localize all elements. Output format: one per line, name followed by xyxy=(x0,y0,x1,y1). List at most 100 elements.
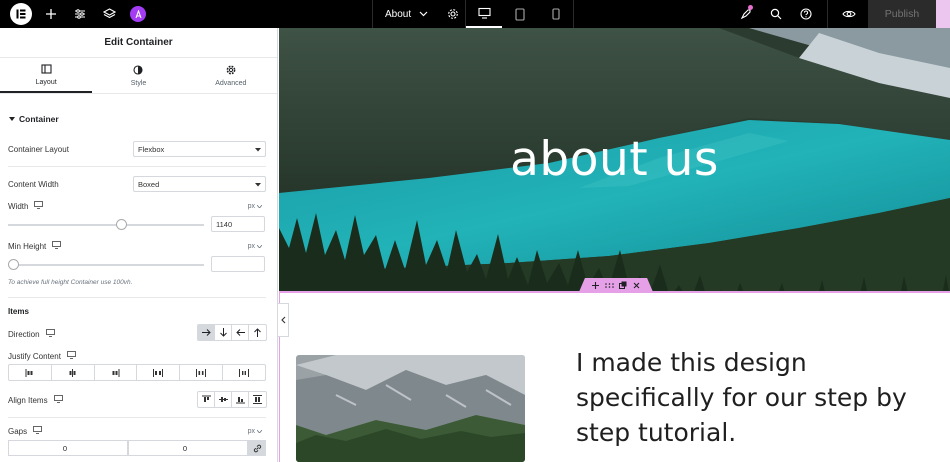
min-height-row: Min Height px xyxy=(8,240,266,252)
justify-start-icon[interactable] xyxy=(9,365,52,380)
caret-down-icon xyxy=(9,114,15,124)
elementor-logo-icon[interactable] xyxy=(10,3,32,25)
preview-eye-icon[interactable] xyxy=(834,0,864,28)
tab-layout[interactable]: Layout xyxy=(0,58,93,93)
duplicate-icon[interactable] xyxy=(619,281,627,289)
collapse-panel-button[interactable] xyxy=(278,303,289,337)
gaps-label: Gaps xyxy=(8,426,28,436)
page-selector[interactable]: About xyxy=(372,0,440,28)
panel-title: Edit Container xyxy=(0,28,277,58)
add-element-icon[interactable] xyxy=(41,0,61,28)
tab-advanced-label: Advanced xyxy=(215,79,247,87)
link-values-icon[interactable] xyxy=(248,440,266,456)
structure-layers-icon[interactable] xyxy=(99,0,119,28)
divider xyxy=(8,417,266,418)
direction-column-reverse-arrow-up-icon[interactable] xyxy=(249,325,266,340)
items-heading: Items xyxy=(8,307,29,316)
container-layout-label: Container Layout xyxy=(8,144,69,154)
body-paragraph[interactable]: I made this design specifically for our … xyxy=(576,345,916,450)
caret-down-icon xyxy=(255,145,261,154)
desktop-device-icon[interactable] xyxy=(45,329,55,339)
site-settings-icon[interactable] xyxy=(70,0,90,28)
help-icon[interactable] xyxy=(791,0,821,28)
content-width-select[interactable]: Boxed xyxy=(133,176,266,192)
container-handle xyxy=(579,278,653,292)
chevron-down-icon xyxy=(256,428,263,435)
width-row: Width px xyxy=(8,200,266,212)
width-label: Width xyxy=(8,201,29,211)
min-height-label: Min Height xyxy=(8,241,47,251)
content-width-row: Content Width Boxed xyxy=(8,176,266,192)
content-width-value: Boxed xyxy=(138,179,160,189)
align-stretch-icon[interactable] xyxy=(249,392,266,407)
align-items-label: Align Items xyxy=(8,395,48,405)
desktop-device-icon[interactable] xyxy=(66,351,76,361)
align-items-buttons xyxy=(197,391,267,408)
width-input[interactable]: 1140 xyxy=(211,216,265,232)
notification-dot xyxy=(748,5,753,10)
align-end-icon[interactable] xyxy=(232,392,249,407)
direction-label: Direction xyxy=(8,329,40,339)
min-height-slider-track[interactable] xyxy=(8,264,204,266)
width-slider-handle[interactable] xyxy=(116,219,128,230)
chevron-down-icon xyxy=(256,243,263,250)
width-slider-track[interactable] xyxy=(8,224,204,226)
min-height-slider-handle[interactable] xyxy=(8,259,19,270)
divider xyxy=(8,166,266,167)
hero-section[interactable]: about us xyxy=(279,28,950,291)
add-icon[interactable] xyxy=(591,281,599,289)
page-settings-gear-icon[interactable] xyxy=(440,0,467,28)
gap-column-input[interactable]: 0 xyxy=(8,440,128,456)
direction-row-arrow-right-icon[interactable] xyxy=(198,325,215,340)
justify-space-evenly-icon[interactable] xyxy=(223,365,265,380)
ai-assistant-icon[interactable] xyxy=(128,0,148,28)
align-start-icon[interactable] xyxy=(198,392,215,407)
direction-row-reverse-arrow-left-icon[interactable] xyxy=(232,325,249,340)
tab-style[interactable]: Style xyxy=(92,58,184,93)
justify-content-label: Justify Content xyxy=(8,351,61,361)
search-icon[interactable] xyxy=(761,0,791,28)
min-height-input[interactable] xyxy=(211,256,265,272)
close-icon[interactable] xyxy=(633,282,640,289)
section-container-toggle[interactable]: Container xyxy=(9,114,59,124)
justify-space-around-icon[interactable] xyxy=(180,365,224,380)
tablet-view-icon[interactable] xyxy=(502,0,538,28)
drag-handle-icon[interactable] xyxy=(604,282,614,288)
hero-heading[interactable]: about us xyxy=(279,132,950,187)
width-unit-selector[interactable]: px xyxy=(247,202,263,210)
layout-icon xyxy=(41,63,52,76)
mountain-image[interactable] xyxy=(296,355,525,462)
justify-content-buttons xyxy=(8,364,266,381)
mobile-view-icon[interactable] xyxy=(538,0,575,28)
chevron-left-icon xyxy=(280,311,286,329)
whats-new-rocket-icon[interactable] xyxy=(731,0,761,28)
container-layout-select[interactable]: Flexbox xyxy=(133,141,266,157)
caret-down-icon xyxy=(255,180,261,189)
section-title: Container xyxy=(19,114,59,124)
desktop-view-icon[interactable] xyxy=(466,0,503,28)
justify-space-between-icon[interactable] xyxy=(137,365,181,380)
gap-row-value: 0 xyxy=(182,443,187,453)
publish-button[interactable]: Publish xyxy=(868,0,936,28)
align-center-icon[interactable] xyxy=(215,392,232,407)
gaps-inputs: 0 0 xyxy=(8,440,266,456)
desktop-device-icon[interactable] xyxy=(53,395,63,405)
direction-column-arrow-down-icon[interactable] xyxy=(215,325,232,340)
gap-row-input[interactable]: 0 xyxy=(128,440,248,456)
container-layout-value: Flexbox xyxy=(138,144,165,154)
tab-advanced[interactable]: Advanced xyxy=(185,58,277,93)
desktop-device-icon[interactable] xyxy=(33,426,43,436)
justify-end-icon[interactable] xyxy=(95,365,138,380)
desktop-device-icon[interactable] xyxy=(34,201,44,211)
panel-tabs: Layout Style Advanced xyxy=(0,58,277,94)
publish-options-button[interactable] xyxy=(936,0,950,28)
width-unit: px xyxy=(247,202,255,210)
gaps-unit-selector[interactable]: px xyxy=(247,427,263,435)
top-bar: About Publish xyxy=(0,0,950,28)
gaps-unit: px xyxy=(247,427,255,435)
justify-center-icon[interactable] xyxy=(52,365,95,380)
min-height-unit-selector[interactable]: px xyxy=(248,243,263,250)
desktop-device-icon[interactable] xyxy=(52,241,62,251)
editor-panel: Edit Container Layout Style Advanced Con… xyxy=(0,28,278,462)
style-icon xyxy=(133,64,144,77)
